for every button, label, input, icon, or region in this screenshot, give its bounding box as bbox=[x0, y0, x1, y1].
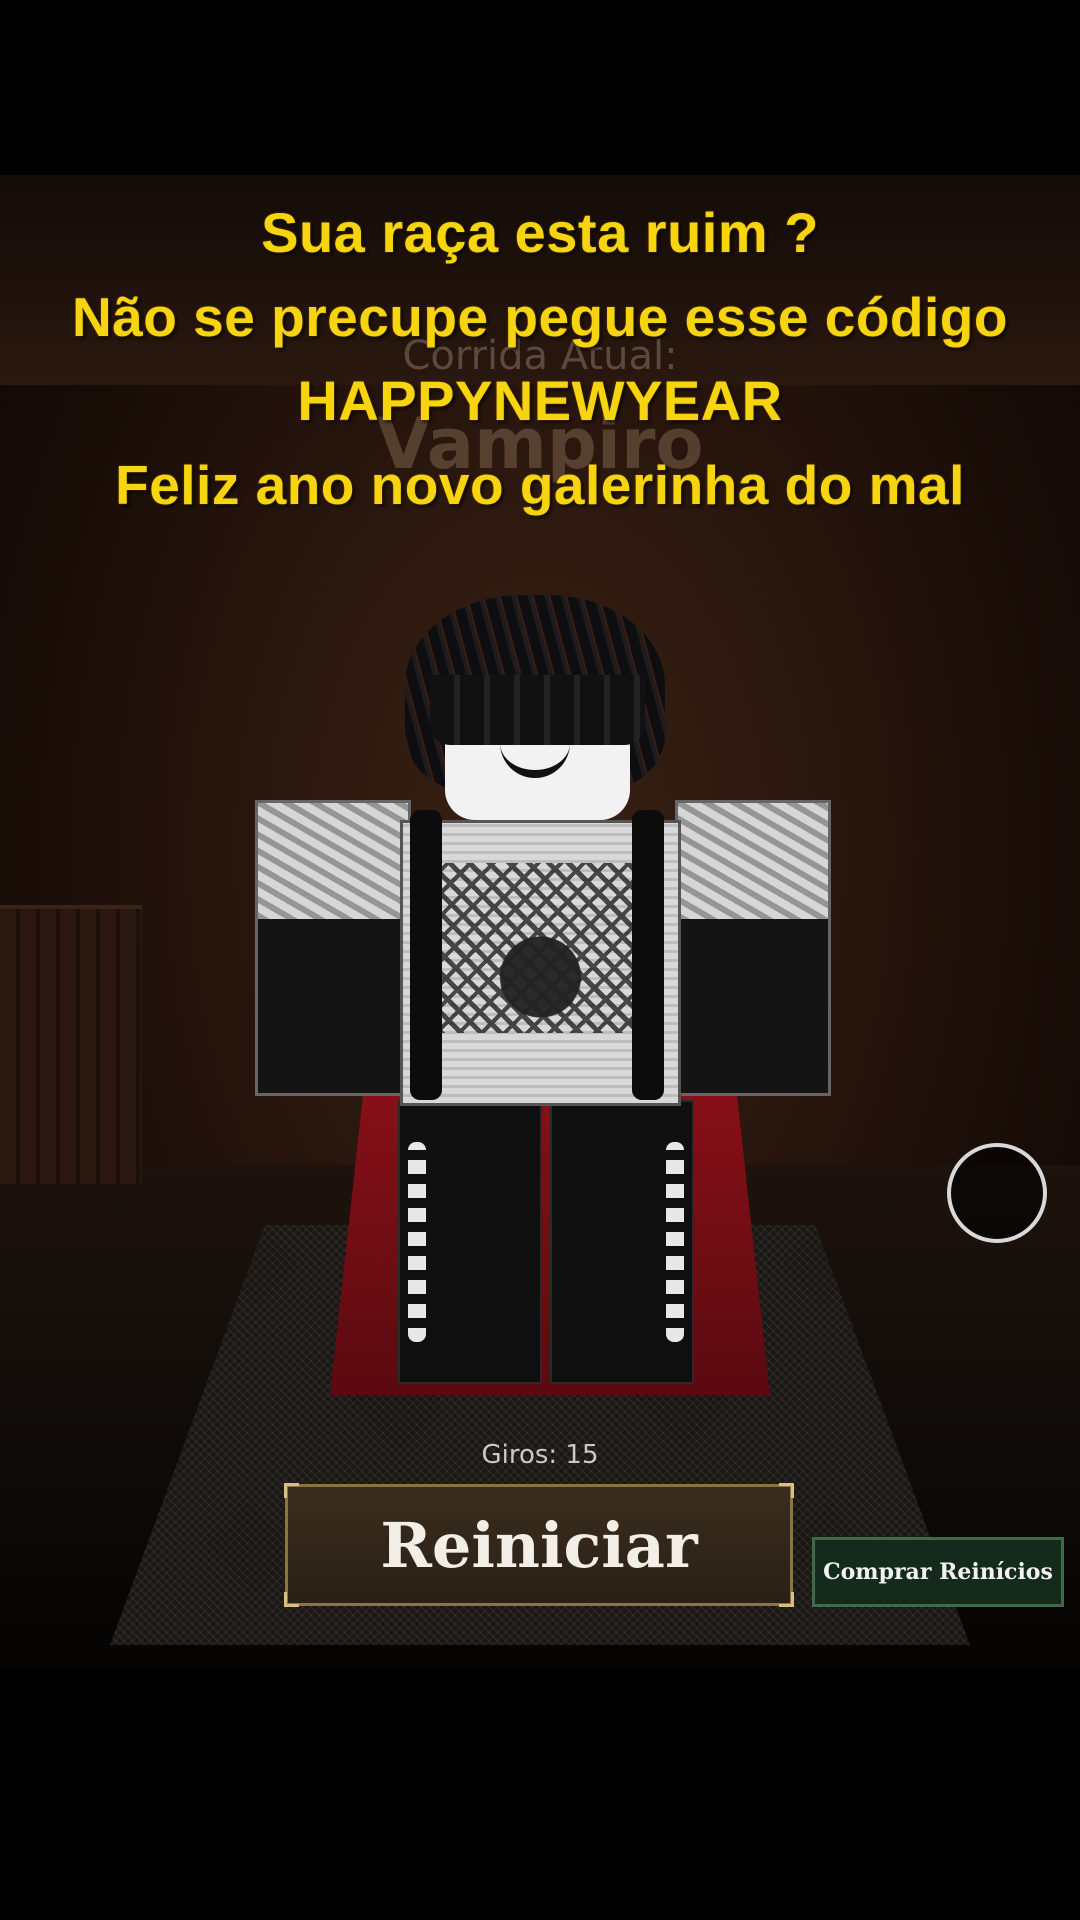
player-avatar bbox=[250, 595, 831, 1575]
avatar-left-leg bbox=[398, 1100, 542, 1384]
jump-button[interactable] bbox=[947, 1143, 1047, 1243]
caption-line-4: Feliz ano novo galerinha do mal bbox=[115, 454, 965, 516]
avatar-bangs bbox=[430, 675, 645, 745]
caption-line-2: Não se precupe pegue esse código bbox=[71, 286, 1008, 348]
avatar-strap-right bbox=[632, 810, 664, 1100]
caption-line-1: Sua raça esta ruim ? bbox=[261, 201, 819, 264]
avatar-strap-left bbox=[410, 810, 442, 1100]
caption-code: HAPPYNEWYEAR bbox=[297, 369, 783, 432]
avatar-right-leg bbox=[550, 1100, 694, 1384]
buy-resets-label: Comprar Reinícios bbox=[823, 1559, 1053, 1585]
avatar-left-arm bbox=[255, 800, 411, 1096]
wooden-crate bbox=[0, 905, 142, 1184]
avatar-right-arm bbox=[675, 800, 831, 1096]
reset-button[interactable]: Reiniciar bbox=[284, 1483, 794, 1607]
reset-button-label: Reiniciar bbox=[380, 1508, 698, 1582]
buy-resets-button[interactable]: Comprar Reinícios bbox=[812, 1537, 1064, 1607]
spins-counter: Giros: 15 bbox=[481, 1440, 599, 1470]
